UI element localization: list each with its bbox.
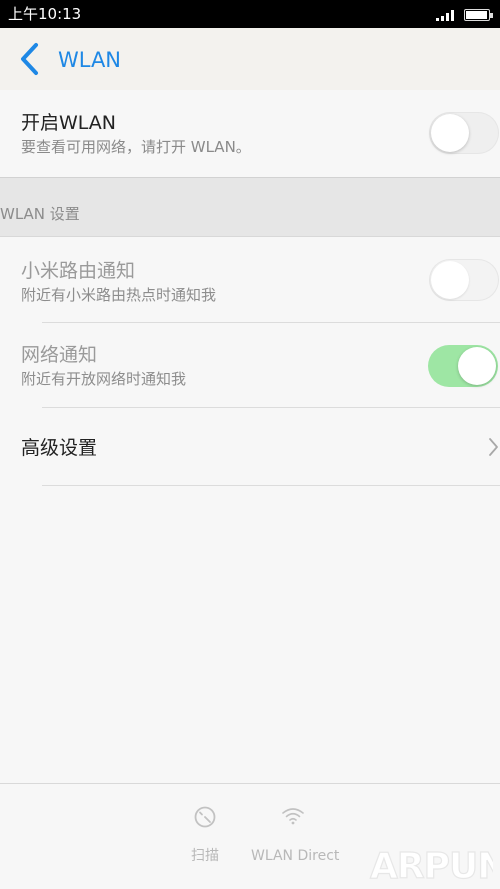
battery-icon — [464, 9, 493, 21]
signal-icon — [436, 9, 458, 21]
network-notification-label: 网络通知 — [21, 344, 98, 366]
section-header-text: WLAN 设置 — [0, 205, 80, 223]
wlan-toggle-label: 开启WLAN — [21, 112, 117, 134]
arpun-watermark-logo: ARPUN — [369, 845, 493, 886]
network-notification-row[interactable]: 网络通知 附近有开放网络时通知我 — [0, 323, 500, 407]
router-notification-switch[interactable] — [429, 259, 499, 301]
divider — [42, 485, 500, 486]
router-notification-label: 小米路由通知 — [21, 260, 136, 282]
wlan-toggle-switch[interactable] — [429, 112, 499, 154]
page-title: WLAN — [58, 48, 122, 72]
network-notification-description: 附近有开放网络时通知我 — [21, 370, 187, 388]
status-time: 上午10:13 — [8, 5, 82, 23]
toggle-knob — [431, 261, 469, 299]
advanced-settings-label: 高级设置 — [21, 437, 98, 459]
wlan-toggle-row[interactable]: 开启WLAN 要查看可用网络，请打开 WLAN。 — [0, 90, 500, 176]
wlan-toggle-description: 要查看可用网络，请打开 WLAN。 — [21, 138, 251, 156]
svg-text:ARPUN: ARPUN — [370, 846, 493, 886]
router-notification-row[interactable]: 小米路由通知 附近有小米路由热点时通知我 — [0, 238, 500, 322]
title-bar: WLAN — [0, 28, 500, 90]
section-header: WLAN 设置 — [0, 177, 500, 237]
toggle-knob — [431, 114, 469, 152]
advanced-settings-row[interactable]: 高级设置 — [0, 408, 500, 485]
network-notification-switch[interactable] — [428, 345, 498, 387]
back-icon[interactable] — [14, 40, 50, 78]
toggle-knob — [458, 347, 496, 385]
wifi-icon[interactable] — [281, 806, 305, 826]
scan-button-label[interactable]: 扫描 — [191, 847, 219, 865]
wlan-direct-button-label[interactable]: WLAN Direct — [251, 847, 339, 865]
chevron-right-icon — [489, 438, 498, 456]
router-notification-description: 附近有小米路由热点时通知我 — [21, 286, 217, 304]
scan-icon[interactable] — [193, 805, 217, 829]
status-bar: 上午10:13 — [0, 0, 500, 28]
